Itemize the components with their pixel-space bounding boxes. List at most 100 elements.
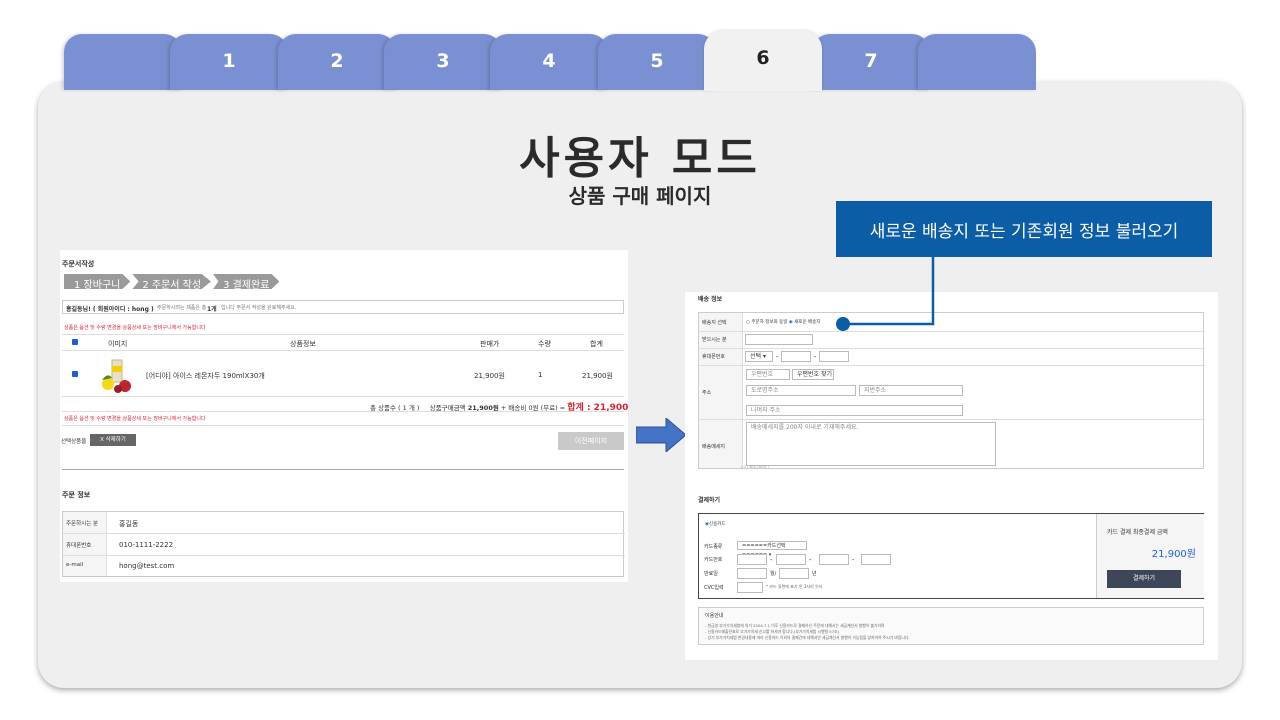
order-steps: 1 장바구니 2 주문서 작성 3 결제완료	[64, 274, 281, 289]
label-card-type: 카드종류	[704, 544, 723, 550]
tab-1[interactable]: 1	[170, 34, 288, 90]
notice-title: 이용안내	[705, 613, 724, 619]
select-all-checkbox[interactable]	[72, 339, 78, 345]
notice-top: 상품은 옵션 및 수량 변경을 상품상세 또는 장바구니에서 가능합니다	[64, 325, 206, 331]
col-info: 상품정보	[290, 340, 316, 348]
phone-dash-2: -	[814, 353, 817, 361]
orderer-title: 주문 정보	[62, 491, 91, 499]
delivery-table: 배송지 선택 ○ 주문자 정보와 동일 ◉ 새로운 배송지 받으시는 분 휴대폰…	[698, 312, 1205, 469]
step-done: 3 결제완료	[213, 274, 280, 289]
step-order: 2 주문서 작성	[132, 274, 212, 289]
card-no-3[interactable]	[819, 554, 849, 565]
card-dash-1: -	[770, 556, 773, 564]
prev-page-button[interactable]: 이전페이지	[558, 432, 624, 450]
card-type-select[interactable]: ======카드선택====== ▾	[737, 541, 807, 558]
orderer-label-email: e-mail	[66, 562, 84, 568]
product-checkbox[interactable]	[72, 371, 78, 377]
usage-notice: 이용안내 - 현금영 부가가치세법에 의거 2004.7.1 이후 신용카드로 …	[698, 607, 1204, 645]
col-price: 판매가	[480, 340, 500, 348]
cvc-input[interactable]	[737, 582, 763, 593]
orderer-value-phone: 010-1111-2222	[119, 541, 174, 549]
card-dash-2: -	[809, 556, 812, 564]
tab-blank[interactable]	[64, 34, 182, 90]
callout-connector	[836, 256, 935, 331]
label-card-no: 카드번호	[704, 557, 723, 563]
page-title: 사용자 모드	[519, 133, 761, 184]
product-image	[98, 358, 136, 394]
expiry-year-input[interactable]	[779, 568, 809, 579]
rest-address-input[interactable]: 나머지 주소	[746, 405, 963, 416]
notice-bottom: 상품은 옵션 및 수량 변경을 상품상세 또는 장바구니에서 가능합니다	[64, 416, 206, 422]
greeting-count: 1개	[207, 306, 217, 313]
product-name[interactable]: [어디야] 아이스 레몬자두 190mlX30개	[146, 371, 265, 381]
right-arrow-icon	[636, 418, 686, 452]
opt-same-label: 주문자 정보와 동일	[751, 320, 788, 325]
notice-line-3: - 상기 부가가치세법 변경내용에 따라 신용카드 이외의 결제건에 대해서만 …	[705, 635, 910, 640]
opt-new-label: 새로운 배송지	[794, 320, 821, 325]
zip-search-button[interactable]: 우편번호 찾기	[792, 369, 834, 380]
col-qty: 수량	[538, 340, 551, 348]
greeting-box: 홍길동님! ( 회원아이디 : hong ) 주문하시려는 제품은 총 1개 입…	[62, 300, 624, 314]
tab-4[interactable]: 4	[490, 34, 608, 90]
tab-5[interactable]: 5	[598, 34, 716, 90]
phone-select-value: 선택	[750, 353, 762, 360]
order-heading: 주문서작성	[62, 260, 95, 268]
pay-button[interactable]: 결제하기	[1107, 570, 1181, 588]
product-total: 21,900원	[582, 372, 613, 380]
col-total: 합계	[590, 340, 603, 348]
message-count: ( 0 / 최대 200자 )	[741, 465, 770, 469]
greeting-tail: 입니다 주문서 작성을 완료해주세요.	[221, 305, 297, 311]
zip-input[interactable]: 우편번호	[746, 369, 790, 380]
expiry-month-input[interactable]	[737, 568, 767, 579]
orderer-label-name: 주문하시는 분	[66, 521, 99, 527]
final-amount-panel: 카드 결제 최종결제 금액 21,900원 결제하기	[1096, 514, 1204, 598]
card-no-1[interactable]	[737, 554, 767, 565]
lot-address-input[interactable]: 지번주소	[859, 385, 963, 396]
product-price: 21,900원	[474, 372, 505, 380]
tab-7[interactable]: 7	[812, 34, 930, 90]
year-unit: 년	[812, 571, 817, 577]
delete-button[interactable]: X 삭제하기	[90, 434, 136, 446]
address-select-radios: ○ 주문자 정보와 동일 ◉ 새로운 배송지	[746, 319, 820, 325]
message-textarea[interactable]: 배송메세지를 200자 이내로 기재해주세요.	[746, 422, 996, 466]
greeting-name: 홍길동님! ( 회원아이디 : hong )	[66, 306, 154, 313]
receiver-input[interactable]	[745, 334, 813, 345]
label-expiry: 만료일	[704, 571, 718, 577]
phone-mid-input[interactable]	[781, 351, 811, 362]
tab-2[interactable]: 2	[278, 34, 396, 90]
radio-new[interactable]: ◉	[789, 320, 793, 325]
label-phone: 휴대폰번호	[702, 354, 726, 360]
delivery-title: 배송 정보	[698, 296, 723, 303]
tab-blank[interactable]	[918, 34, 1036, 90]
phone-prefix-select[interactable]: 선택 ▾	[745, 351, 773, 362]
label-receiver: 받으시는 분	[702, 337, 727, 343]
card-no-2[interactable]	[776, 554, 806, 565]
label-cvc: CVC입력	[704, 585, 724, 591]
radio-same[interactable]: ○	[746, 320, 750, 325]
label-address: 주소	[702, 390, 712, 396]
card-radio-label: 신용카드	[708, 522, 726, 527]
label-address-select: 배송지 선택	[702, 320, 727, 326]
step-cart: 1 장바구니	[64, 274, 131, 289]
order-form-screenshot: 주문서작성 1 장바구니 2 주문서 작성 3 결제완료 홍길동님! ( 회원아…	[60, 250, 628, 582]
col-image: 이미지	[108, 340, 128, 348]
delivery-form-screenshot: 배송 정보 배송지 선택 ○ 주문자 정보와 동일 ◉ 새로운 배송지 받으시는…	[685, 292, 1218, 660]
orderer-value-email: hong@test.com	[119, 562, 175, 570]
final-amount: 21,900원	[1151, 549, 1196, 560]
month-unit: 월/	[770, 571, 777, 577]
label-message: 배송메세지	[702, 444, 726, 450]
tab-3[interactable]: 3	[384, 34, 502, 90]
pay-title: 결제하기	[698, 497, 721, 504]
phone-last-input[interactable]	[819, 351, 849, 362]
road-address-input[interactable]: 도로명주소	[746, 385, 856, 396]
orderer-table: 주문하시는 분 홍길동 휴대폰번호 010-1111-2222 e-mail h…	[62, 511, 625, 577]
final-label: 카드 결제 최종결제 금액	[1107, 529, 1168, 536]
greeting-mid: 주문하시려는 제품은 총	[157, 305, 207, 311]
selected-label: 선택상품을	[61, 439, 87, 445]
tab-6[interactable]: 6	[704, 31, 822, 91]
cvc-hint: * 카드 뒷면에 표기 된 3자리 숫자	[766, 584, 823, 589]
card-no-4[interactable]	[861, 554, 891, 565]
card-dash-3: -	[852, 556, 855, 564]
card-radio[interactable]: ◉신용카드	[705, 521, 726, 527]
phone-dash-1: -	[776, 353, 779, 361]
